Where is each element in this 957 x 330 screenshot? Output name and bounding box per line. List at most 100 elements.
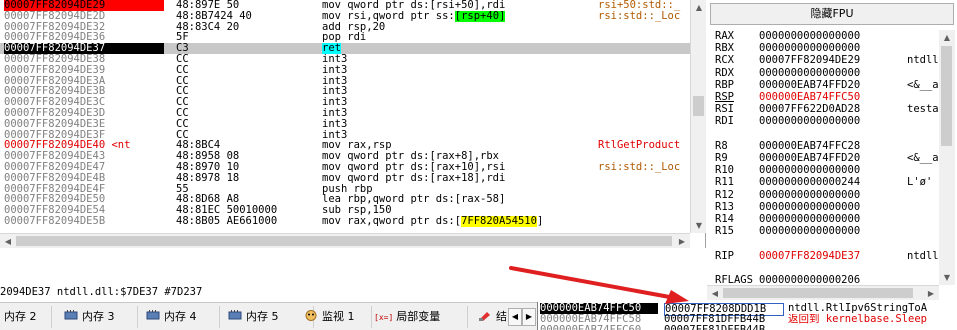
disasm-row[interactable]: 00007FF82094DE4B 48:8978 18 mov qword ptr … (0, 172, 690, 184)
tab-watch-1[interactable]: 监视 1 (300, 306, 372, 328)
register-row[interactable]: R10 0000000000000000 (715, 164, 947, 176)
tab-memory-2[interactable]: 内存 2 (0, 306, 52, 328)
instruction-segment: ret (322, 43, 341, 54)
register-row[interactable]: R9 000000EAB74FFD20 <&__a (715, 152, 947, 164)
register-row[interactable]: R13 0000000000000000 (715, 201, 947, 213)
disasm-row[interactable]: 00007FF82094DE39 CC int3 (0, 64, 690, 76)
instruction-segment: int3 (322, 129, 348, 141)
disassembly-view[interactable]: 00007FF82094DE29 48:897E 50 mov qword ptr … (0, 0, 706, 248)
tabs-prev-button[interactable]: ◀ (508, 308, 522, 326)
register-row[interactable]: R12 0000000000000000 (715, 189, 947, 201)
instruction-segment: mov qword ptr ds:[rax+8],rbx (322, 151, 500, 162)
disasm-instruction: pop rdi (322, 32, 594, 43)
register-row[interactable]: R11 0000000000000244 L'ø' (715, 176, 947, 188)
disasm-instruction: mov qword ptr ds:[rax+8],rbx (322, 151, 594, 162)
disasm-instruction: mov rax,qword ptr ds:[7FF820A54510] (322, 216, 594, 227)
disasm-comment: rsi:std::_Loc (598, 10, 681, 22)
register-row (715, 262, 947, 274)
struct-icon (479, 312, 490, 321)
instruction-segment: push rbp (322, 183, 373, 195)
registers-horizontal-scrollbar[interactable]: ◀ ▶ (707, 285, 939, 300)
tab-memory-4[interactable]: 内存 4 (142, 306, 220, 328)
register-name: R8 (715, 139, 728, 152)
instruction-segment: int3 (322, 108, 348, 119)
stack-row[interactable]: 000000EAB74FFC60 00007FF81DFFB44B (538, 325, 957, 330)
tabs-next-button[interactable]: ▶ (522, 308, 536, 326)
hide-fpu-button[interactable]: 隐藏FPU (710, 3, 954, 25)
register-name: RDX (715, 66, 734, 79)
disasm-instruction: mov qword ptr ds:[rsi+50],rdi (322, 0, 594, 11)
register-row[interactable]: RSI 00007FF622D0AD28 testa (715, 103, 947, 115)
register-value: 0000000000000244 (759, 176, 861, 189)
disasm-bytes: CC (176, 107, 189, 119)
register-value: 0000000000000000 (759, 200, 861, 213)
memory-icon (64, 310, 78, 320)
register-row[interactable]: RBP 000000EAB74FFD20 <&__a (715, 79, 947, 91)
disasm-instruction: mov rax,rsp (322, 140, 594, 151)
register-name: RSP (715, 91, 734, 103)
register-row[interactable]: RBX 0000000000000000 (715, 42, 947, 54)
registers-vertical-scrollbar[interactable]: ▲ ▼ (939, 30, 955, 285)
scroll-up-arrow-icon[interactable]: ▲ (939, 30, 955, 45)
register-row[interactable]: R15 0000000000000000 (715, 225, 947, 237)
register-row[interactable]: RAX 0000000000000000 (715, 30, 947, 42)
register-value: 0000000000000000 (759, 188, 861, 201)
scroll-down-arrow-icon[interactable]: ▼ (691, 218, 707, 233)
register-row (715, 237, 947, 249)
register-name: RBP (715, 78, 734, 91)
scroll-left-arrow-icon[interactable]: ◀ (707, 286, 723, 301)
disassembly-horizontal-scrollbar[interactable]: ◀ ▶ (0, 233, 690, 248)
instruction-segment: mov qword ptr ds:[rsi+50],rdi (322, 0, 506, 11)
disasm-instruction: int3 (322, 65, 594, 76)
disasm-bytes: 48:8B05 AE661000 (176, 215, 278, 227)
register-row[interactable]: RDI 0000000000000000 (715, 115, 947, 127)
disasm-instruction: int3 (322, 76, 594, 87)
register-row[interactable]: RDX 0000000000000000 (715, 67, 947, 79)
scroll-right-arrow-icon[interactable]: ▶ (674, 234, 690, 249)
register-name: RSI (715, 103, 734, 116)
instruction-segment: add rsp,20 (322, 21, 386, 33)
scroll-left-arrow-icon[interactable]: ◀ (0, 234, 16, 249)
register-row[interactable]: RSP 000000EAB74FFC50 (715, 91, 947, 103)
bottom-tab-bar: 内存 2 内存 3 内存 4 内存 5 监视 1 [x=] 局部变量 结 ◀ ▶ (0, 302, 540, 330)
tab-struct[interactable]: 结 (474, 306, 510, 328)
disasm-address: 00007FF82094DE2D (4, 9, 106, 22)
disasm-bytes: C3 (176, 42, 189, 55)
register-value: 00007FF622D0AD28 (759, 103, 861, 116)
register-value: 000000EAB74FFD20 (759, 152, 861, 164)
registers-panel: 隐藏FPU RAX 0000000000000000 RBX 000000000000… (707, 0, 957, 300)
scroll-down-arrow-icon[interactable]: ▼ (939, 270, 955, 285)
register-value: 00007FF82094DE37 (759, 249, 861, 262)
scroll-thumb[interactable] (723, 288, 913, 298)
instruction-segment: int3 (322, 64, 348, 76)
scroll-thumb[interactable] (693, 96, 704, 116)
register-row[interactable]: R8 000000EAB74FFC28 (715, 140, 947, 152)
disasm-bytes: 48:8B7424 40 (176, 9, 252, 22)
disassembly-vertical-scrollbar[interactable]: ▲ ▼ (690, 0, 706, 233)
register-row[interactable]: RIP 00007FF82094DE37 ntdll (715, 250, 947, 262)
instruction-segment: lea rbp,qword ptr ds:[rax-58] (322, 194, 506, 206)
disasm-instruction: sub rsp,150 (322, 205, 594, 216)
tab-memory-3[interactable]: 内存 3 (60, 306, 138, 328)
scroll-thumb[interactable] (941, 46, 952, 146)
disasm-row[interactable]: 00007FF82094DE5B 48:8B05 AE661000 mov rax,… (0, 216, 690, 227)
register-name: RDI (715, 115, 734, 128)
instruction-segment: ] (536, 216, 544, 227)
register-value: 0000000000000000 (759, 164, 861, 177)
instruction-segment: int3 (322, 54, 348, 65)
register-name: RCX (715, 54, 734, 67)
scroll-thumb[interactable] (16, 236, 672, 246)
register-value: 0000000000000000 (759, 66, 861, 79)
register-name: R13 (715, 200, 734, 213)
register-row[interactable]: RCX 00007FF82094DE29 ntdll (715, 54, 947, 66)
scroll-up-arrow-icon[interactable]: ▲ (691, 0, 707, 15)
register-row[interactable]: R14 0000000000000000 (715, 213, 947, 225)
disasm-row[interactable]: 00007FF82094DE3E CC int3 (0, 118, 690, 130)
disasm-instruction: mov rsi,qword ptr ss:[rsp+40] (322, 10, 594, 22)
register-name: R9 (715, 152, 728, 164)
disasm-row[interactable]: 00007FF82094DE2D 48:8B7424 40 mov rsi,qwor… (0, 9, 690, 22)
disasm-bytes: 5F (176, 31, 189, 44)
scroll-right-arrow-icon[interactable]: ▶ (923, 286, 939, 301)
tab-locals[interactable]: [x=] 局部变量 (370, 306, 468, 328)
register-name: RAX (715, 30, 734, 42)
